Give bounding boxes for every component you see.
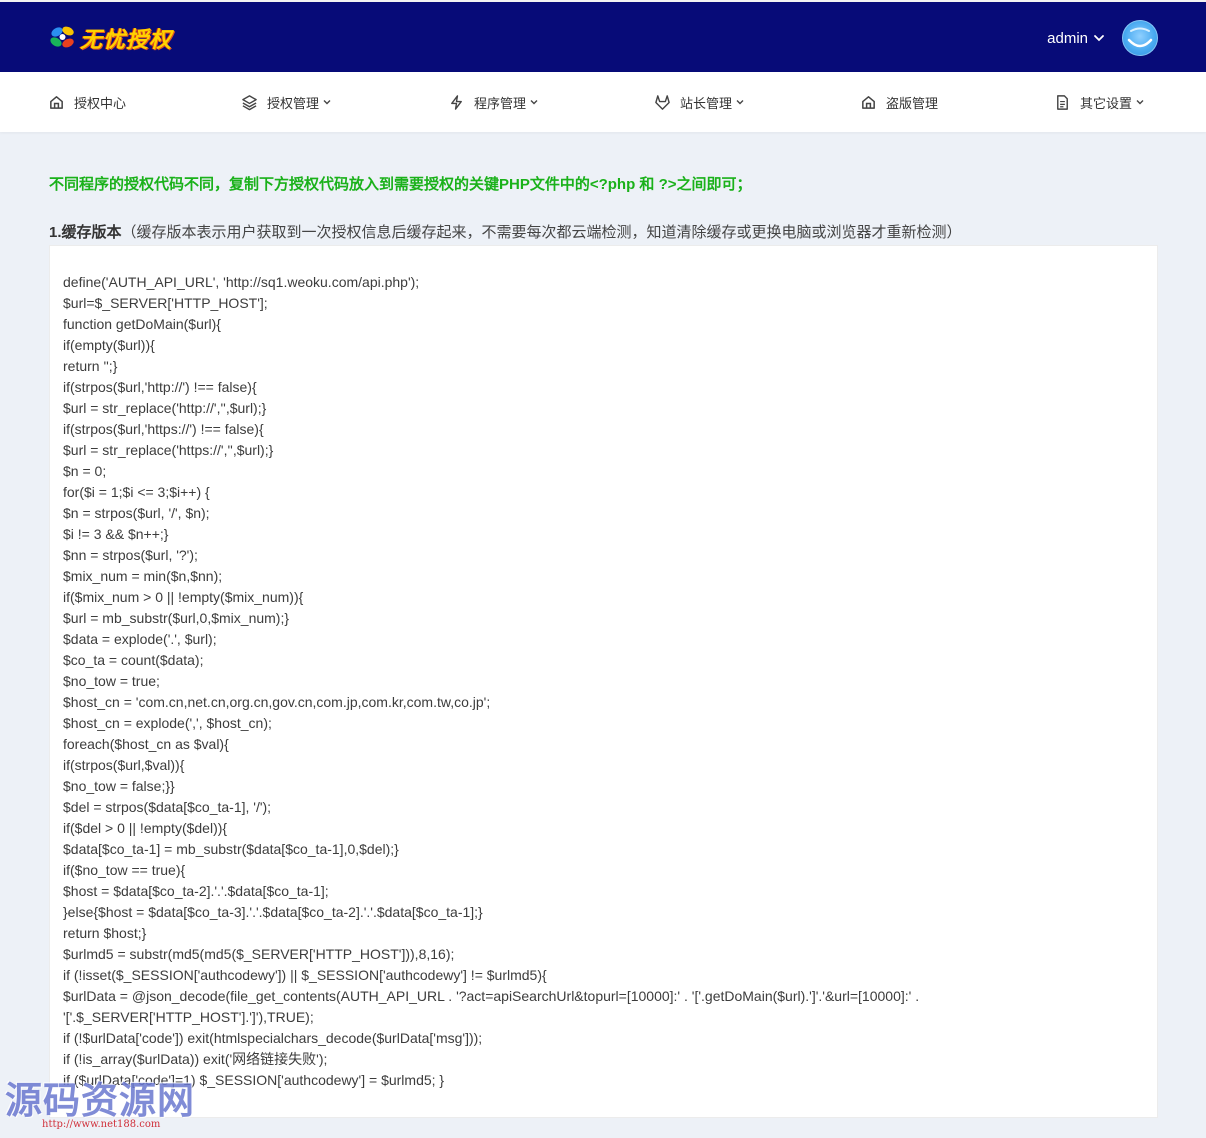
avatar-face-icon [1127, 27, 1153, 48]
layers-icon [242, 94, 257, 110]
logo-text: 无忧授权 [80, 27, 173, 53]
nav-label: 盗版管理 [886, 95, 939, 111]
logo[interactable]: 无忧授权 [48, 22, 172, 54]
flower-logo-icon [50, 26, 74, 48]
document-icon [1057, 94, 1068, 110]
chevron-down-icon [530, 100, 538, 105]
main-nav: 授权中心 授权管理 程序管理 站长管理 盗版管理 其它设置 [0, 72, 1206, 132]
nav-label: 程序管理 [474, 95, 527, 111]
chevron-down-icon [736, 100, 744, 105]
nav-item-auth-center[interactable]: 授权中心 [48, 72, 126, 132]
chevron-down-icon [1136, 100, 1144, 105]
auth-notice: 不同程序的授权代码不同，复制下方授权代码放入到需要授权的关键PHP文件中的<?p… [49, 176, 752, 193]
user-menu[interactable]: admin [1047, 19, 1158, 57]
user-name[interactable]: admin [1047, 30, 1088, 47]
auth-code[interactable]: define('AUTH_API_URL', 'http://sq1.weoku… [63, 272, 919, 1091]
nav-item-webmaster-manage[interactable]: 站长管理 [654, 72, 745, 132]
nav-label: 站长管理 [680, 95, 733, 111]
nav-item-auth-manage[interactable]: 授权管理 [241, 72, 332, 132]
top-header: 无忧授权 admin [0, 0, 1206, 72]
nav-label: 其它设置 [1080, 95, 1133, 111]
nav-label: 授权管理 [267, 95, 320, 111]
section-description: （缓存版本表示用户获取到一次授权信息后缓存起来，不需要每次都云端检测，知道清除缓… [121, 224, 962, 241]
section-heading: 1.缓存版本 [49, 224, 122, 241]
chevron-down-icon [323, 100, 331, 105]
nav-item-program-manage[interactable]: 程序管理 [448, 72, 539, 132]
avatar[interactable] [1122, 20, 1158, 56]
section-title: 1.缓存版本（缓存版本表示用户获取到一次授权信息后缓存起来，不需要每次都云端检测… [49, 221, 962, 242]
lightning-icon [451, 94, 462, 110]
nav-label: 授权中心 [74, 95, 127, 111]
watermark-url: http://www.net188.com [42, 1119, 161, 1130]
nav-item-piracy-manage[interactable]: 盗版管理 [860, 72, 938, 132]
gitlab-icon [655, 94, 670, 110]
watermark: 源码资源网 [5, 1079, 195, 1122]
code-block[interactable]: define('AUTH_API_URL', 'http://sq1.weoku… [49, 245, 1158, 1118]
home-icon [862, 95, 875, 109]
home-icon [50, 95, 63, 109]
nav-item-other-settings[interactable]: 其它设置 [1054, 72, 1145, 132]
chevron-down-icon[interactable] [1092, 31, 1106, 45]
